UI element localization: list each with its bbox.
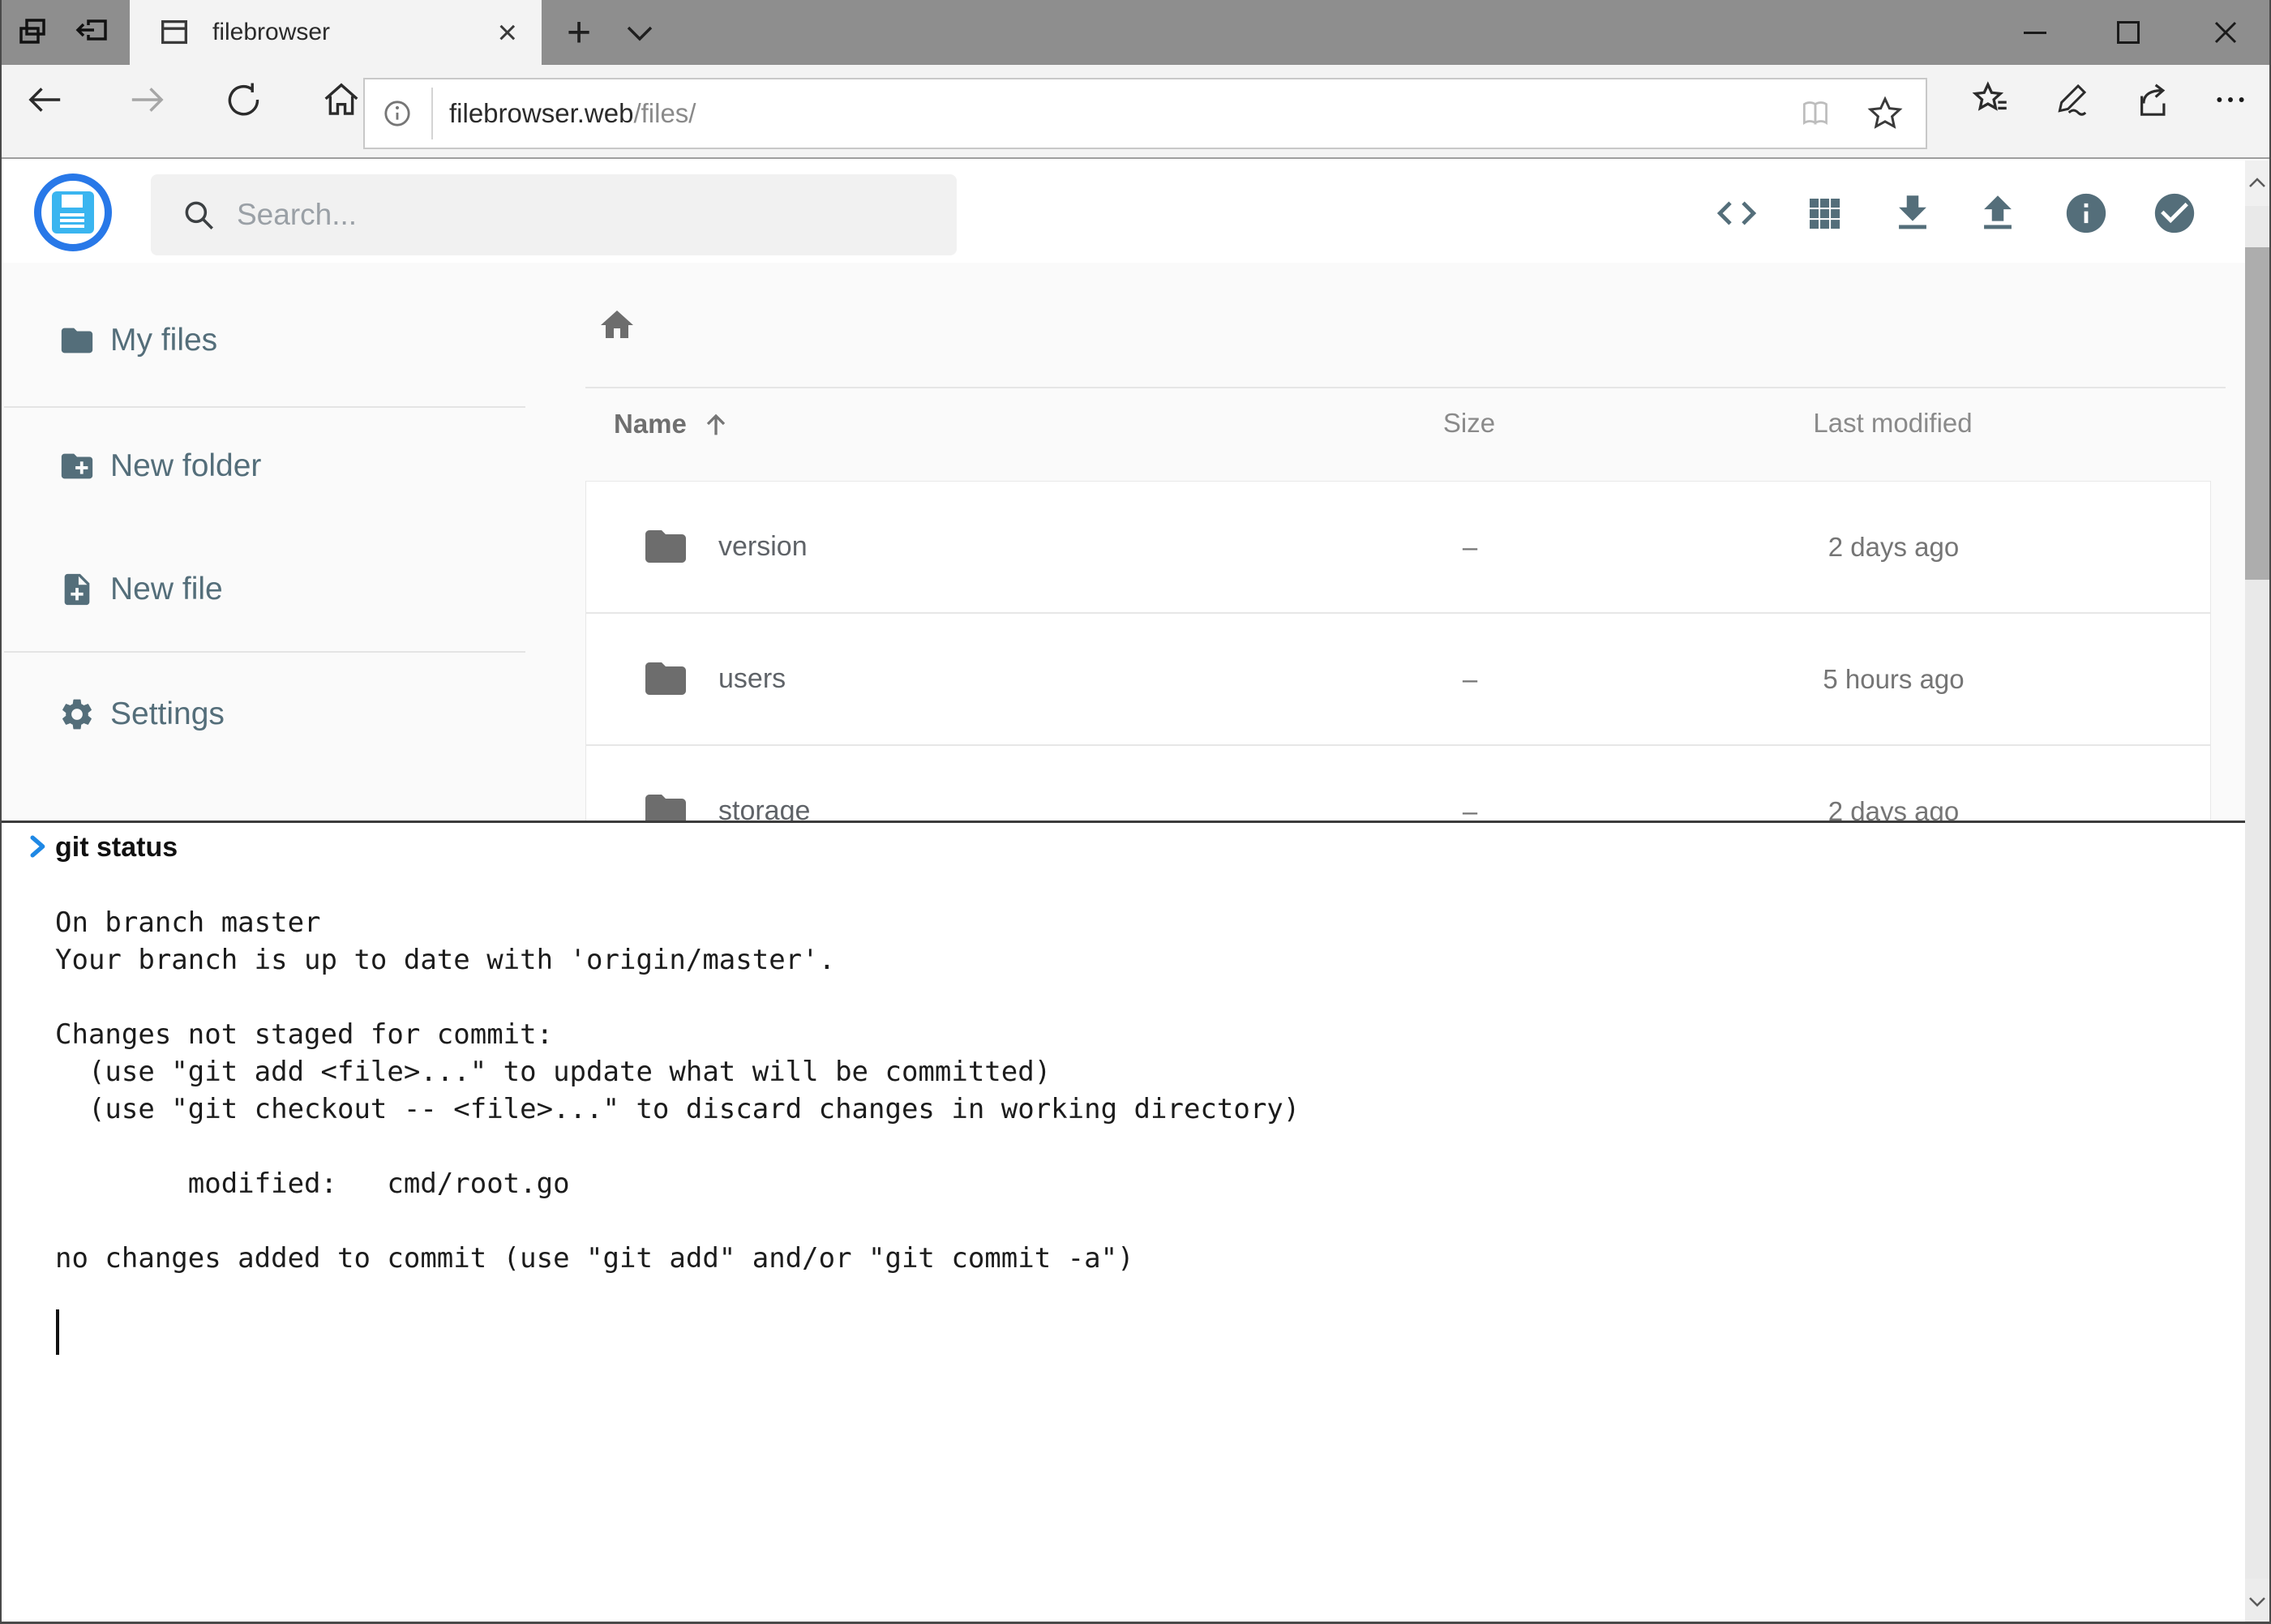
browser-window: filebrowser × + filebrowser.web/files/ [0, 0, 2271, 1624]
close-tab-icon[interactable]: × [497, 15, 517, 49]
folder-icon [58, 322, 96, 359]
search-icon [180, 196, 217, 234]
column-header-label: Name [614, 409, 687, 439]
hub-favorites-icon[interactable] [1969, 77, 2014, 122]
refresh-button[interactable] [221, 77, 267, 122]
tab-dropdown-icon[interactable] [619, 19, 661, 53]
maximize-button[interactable] [2092, 0, 2165, 65]
column-header-name[interactable]: Name [614, 408, 732, 440]
file-row[interactable]: version – 2 days ago [586, 482, 2210, 614]
file-size: – [1365, 664, 1575, 695]
column-header-modified[interactable]: Last modified [1575, 408, 2211, 439]
scroll-up-button[interactable] [2245, 161, 2269, 206]
home-button[interactable] [319, 77, 364, 122]
scroll-thumb[interactable] [2245, 247, 2269, 580]
more-icon[interactable] [2208, 77, 2253, 122]
code-view-button[interactable] [1712, 189, 1761, 238]
scrollbar[interactable] [2245, 161, 2269, 1624]
file-list-header: Name Size Last modified [585, 401, 2211, 458]
info-button[interactable] [2062, 189, 2110, 238]
divider [585, 387, 2226, 388]
url-host: filebrowser.web [449, 98, 633, 128]
file-name: version [718, 531, 808, 563]
grid-view-button[interactable] [1800, 189, 1849, 238]
page-icon [157, 15, 191, 49]
minimize-button[interactable] [1999, 0, 2072, 65]
tab-title: filebrowser [212, 19, 497, 46]
search-placeholder: Search... [237, 198, 357, 232]
sidebar-item-new-file[interactable]: New file [0, 557, 523, 622]
reading-view-icon[interactable] [1798, 95, 1835, 132]
file-size: – [1365, 532, 1575, 563]
sidebar-item-label: New folder [110, 448, 261, 484]
file-row[interactable]: users – 5 hours ago [586, 614, 2210, 746]
sidebar-item-label: New file [110, 572, 223, 607]
file-name: users [718, 663, 786, 695]
share-icon[interactable] [2128, 77, 2174, 122]
tab-preview-icon[interactable] [15, 15, 50, 54]
app-logo[interactable] [34, 174, 112, 251]
new-folder-icon [58, 448, 96, 485]
sidebar-item-my-files[interactable]: My files [0, 308, 523, 373]
divider [4, 651, 525, 653]
new-file-icon [58, 571, 96, 608]
web-notes-pen-icon[interactable] [2048, 77, 2093, 122]
divider [4, 406, 525, 408]
sidebar-item-new-folder[interactable]: New folder [0, 434, 523, 499]
floppy-disk-icon [52, 191, 94, 234]
set-tabs-aside-icon[interactable] [75, 15, 110, 54]
url-path: /files/ [633, 98, 696, 128]
close-button[interactable] [2189, 0, 2262, 65]
sort-asc-icon [700, 408, 732, 440]
terminal-output: On branch master Your branch is up to da… [55, 904, 1300, 1277]
scroll-down-button[interactable] [2245, 1579, 2269, 1624]
favorite-star-icon[interactable] [1866, 94, 1905, 133]
terminal-command: git status [55, 829, 178, 866]
url-text[interactable]: filebrowser.web/files/ [449, 98, 1798, 129]
divider [431, 88, 433, 139]
file-modified: 2 days ago [1575, 532, 2212, 563]
select-multiple-button[interactable] [2150, 189, 2199, 238]
breadcrumb-home-icon[interactable] [598, 306, 636, 349]
back-button[interactable] [23, 77, 68, 122]
forward-button[interactable] [124, 77, 169, 122]
browser-tab[interactable]: filebrowser × [130, 0, 542, 65]
column-header-size[interactable]: Size [1364, 408, 1575, 439]
search-box[interactable]: Search... [151, 174, 957, 255]
address-bar[interactable]: filebrowser.web/files/ [363, 78, 1927, 149]
terminal-cursor[interactable] [56, 1309, 59, 1355]
sidebar-item-label: Settings [110, 696, 225, 732]
sidebar-item-label: My files [110, 323, 217, 358]
download-button[interactable] [1888, 189, 1937, 238]
upload-button[interactable] [1973, 189, 2022, 238]
folder-icon [641, 522, 690, 571]
folder-icon [641, 654, 690, 703]
site-info-icon[interactable] [378, 94, 417, 133]
terminal-prompt-icon [21, 830, 54, 867]
sidebar-item-settings[interactable]: Settings [0, 682, 523, 747]
file-modified: 5 hours ago [1575, 664, 2212, 695]
settings-icon [58, 696, 96, 733]
file-list: version – 2 days ago users – 5 hours ago… [585, 481, 2211, 875]
new-tab-button[interactable]: + [553, 6, 605, 58]
